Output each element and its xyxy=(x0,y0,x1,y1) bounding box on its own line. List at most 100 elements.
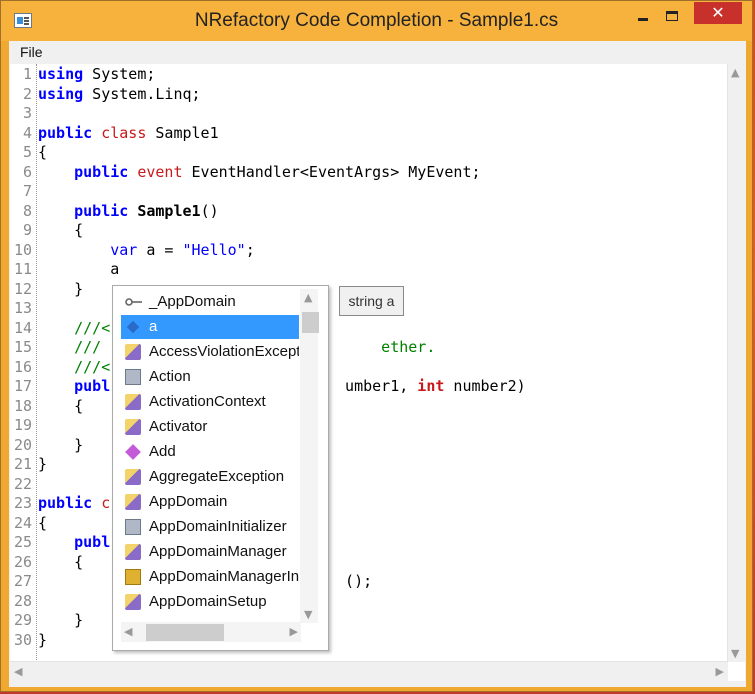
line-number: 23 xyxy=(13,494,32,512)
code-line[interactable]: public class Sample1 xyxy=(38,124,219,144)
completion-vertical-scrollbar[interactable]: ▲ ▼ xyxy=(300,289,319,623)
code-line[interactable]: ///< xyxy=(38,319,110,339)
completion-tooltip: string a xyxy=(339,286,404,316)
code-line[interactable]: ///< xyxy=(38,358,110,378)
line-number: 22 xyxy=(13,474,32,493)
code-line[interactable]: } xyxy=(38,455,47,475)
code-line[interactable]: { xyxy=(38,397,83,417)
method-icon xyxy=(125,444,141,460)
class-icon xyxy=(125,544,141,560)
completion-item[interactable]: AppDomainManagerIn xyxy=(121,565,299,589)
completion-item[interactable]: a xyxy=(121,315,299,339)
line-number: 29 xyxy=(13,611,32,629)
line-number: 17 xyxy=(13,377,32,395)
scroll-right-arrow-icon[interactable]: ▶ xyxy=(716,665,724,678)
line-number: 16 xyxy=(13,357,32,376)
line-number: 25 xyxy=(13,533,32,551)
completion-item[interactable]: AppDomainManager xyxy=(121,540,299,564)
completion-item-label: Action xyxy=(149,368,191,385)
code-line[interactable]: var a = "Hello"; xyxy=(38,241,255,261)
completion-item[interactable]: Action xyxy=(121,365,299,389)
code-line[interactable]: { xyxy=(38,221,83,241)
completion-item[interactable]: _AppDomain xyxy=(121,290,299,314)
completion-item[interactable]: AppDomain xyxy=(121,490,299,514)
line-number: 19 xyxy=(13,416,32,434)
maximize-button[interactable] xyxy=(657,2,687,30)
completion-item-label: AppDomain xyxy=(149,493,228,510)
line-number: 26 xyxy=(13,552,32,571)
completion-item-label: AppDomainInitializer xyxy=(149,518,287,535)
completion-item-label: AppDomainSetup xyxy=(149,593,267,610)
popup-scroll-thumb[interactable] xyxy=(302,312,319,333)
completion-item-label: AccessViolationExcepti xyxy=(149,343,299,360)
line-number: 8 xyxy=(22,201,32,220)
line-number-gutter: 1 2 3 4 5 6 7 8 9 10 11 12 13 14 15 16 17 18 19 20 21 22 23 24 2… xyxy=(10,64,32,662)
line-number: 3 xyxy=(22,104,32,122)
completion-item-label: _AppDomain xyxy=(149,293,236,310)
completion-item-label: Activator xyxy=(149,418,208,435)
popup-scroll-right-icon[interactable]: ▶ xyxy=(290,625,298,638)
code-line[interactable]: public c xyxy=(38,494,110,514)
line-number: 24 xyxy=(13,513,32,532)
line-number: 10 xyxy=(13,240,32,259)
class-icon xyxy=(125,344,141,360)
close-icon: ✕ xyxy=(711,3,725,22)
code-line[interactable]: public Sample1() xyxy=(38,202,219,222)
delegate-icon xyxy=(125,369,141,385)
class-icon xyxy=(125,494,141,510)
completion-item[interactable]: Activator xyxy=(121,415,299,439)
enum-icon xyxy=(125,569,141,585)
line-number: 5 xyxy=(22,143,32,161)
code-line[interactable]: } xyxy=(38,436,83,456)
line-number: 12 xyxy=(13,279,32,298)
completion-item[interactable]: Add xyxy=(121,440,299,464)
title-bar[interactable]: NRefactory Code Completion - Sample1.cs … xyxy=(1,1,752,41)
menu-file[interactable]: File xyxy=(20,44,43,60)
line-number: 18 xyxy=(13,396,32,415)
popup-scroll-up-icon[interactable]: ▲ xyxy=(304,291,312,304)
code-line[interactable]: using System.Linq; xyxy=(38,85,201,105)
popup-scroll-down-icon[interactable]: ▼ xyxy=(304,608,312,621)
line-number: 4 xyxy=(22,123,32,142)
minimize-icon xyxy=(638,17,648,21)
popup-scroll-left-icon[interactable]: ◀ xyxy=(124,625,132,638)
line-number: 1 xyxy=(22,65,32,83)
completion-horizontal-scrollbar[interactable]: ◀ ▶ xyxy=(121,622,301,642)
popup-hscroll-thumb[interactable] xyxy=(146,624,224,641)
line-number: 27 xyxy=(13,572,32,590)
class-icon xyxy=(125,419,141,435)
minimize-button[interactable] xyxy=(629,2,657,30)
delegate-icon xyxy=(125,519,141,535)
code-line[interactable]: } xyxy=(38,611,83,631)
editor-vertical-scrollbar[interactable]: ▲ ▼ xyxy=(727,64,745,662)
code-line[interactable]: } xyxy=(38,280,83,300)
code-line[interactable]: { xyxy=(38,514,47,534)
completion-item[interactable]: AppDomainInitializer xyxy=(121,515,299,539)
close-button[interactable]: ✕ xyxy=(694,2,742,24)
code-line[interactable]: } xyxy=(38,631,47,651)
line-number: 14 xyxy=(13,318,32,337)
code-line[interactable]: using System; xyxy=(38,65,155,85)
line-number: 13 xyxy=(13,299,32,317)
code-line[interactable]: { xyxy=(38,553,83,573)
class-icon xyxy=(125,394,141,410)
completion-popup[interactable]: _AppDomaina AccessViolationExcepti Action A… xyxy=(112,285,329,651)
editor-horizontal-scrollbar[interactable]: ◀ ▶ xyxy=(10,661,728,681)
line-number: 6 xyxy=(22,162,32,181)
completion-item[interactable]: AggregateException xyxy=(121,465,299,489)
code-line[interactable]: publ xyxy=(38,533,110,553)
line-number: 21 xyxy=(13,455,32,473)
completion-item[interactable]: AppDomainSetup xyxy=(121,590,299,614)
interface-icon xyxy=(125,294,142,310)
scroll-down-arrow-icon[interactable]: ▼ xyxy=(731,647,739,660)
line-number: 15 xyxy=(13,338,32,356)
scroll-left-arrow-icon[interactable]: ◀ xyxy=(14,665,22,678)
code-line[interactable]: public event EventHandler<EventArgs> MyE… xyxy=(38,163,480,183)
local-variable-icon xyxy=(126,320,140,334)
code-line[interactable]: { xyxy=(38,143,47,163)
code-line[interactable]: a xyxy=(38,260,119,280)
scroll-up-arrow-icon[interactable]: ▲ xyxy=(731,66,739,79)
completion-item[interactable]: ActivationContext xyxy=(121,390,299,414)
completion-item-label: Add xyxy=(149,443,176,460)
completion-item[interactable]: AccessViolationExcepti xyxy=(121,340,299,364)
